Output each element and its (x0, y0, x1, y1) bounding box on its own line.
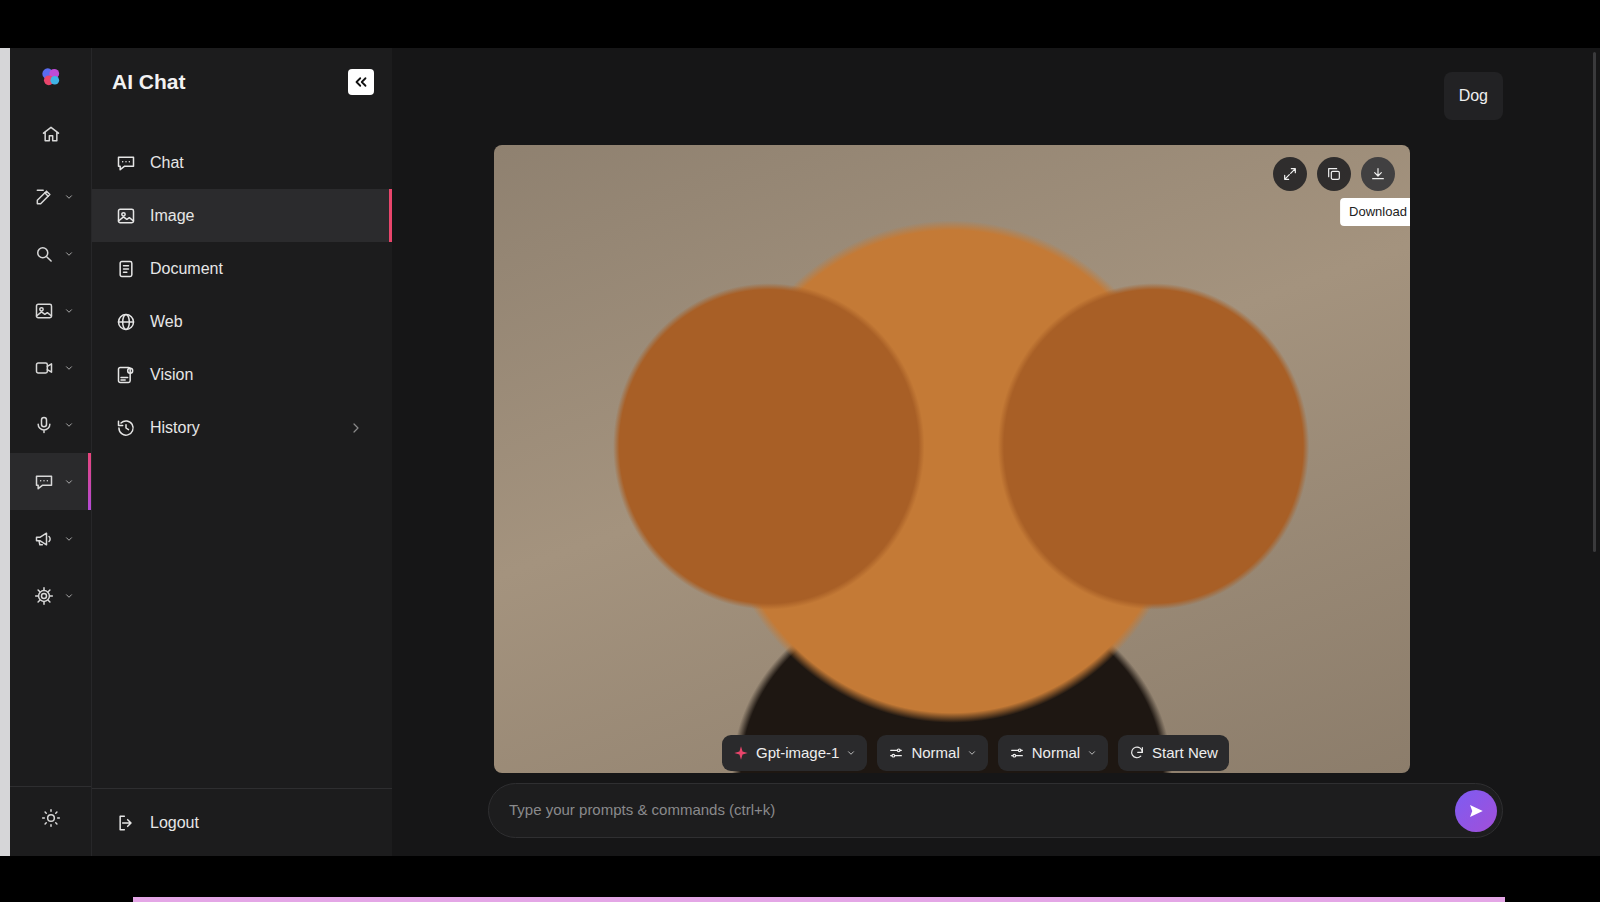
sidebar-item[interactable]: Web (92, 295, 392, 348)
scrollbar[interactable] (1593, 52, 1596, 552)
download-icon (1370, 166, 1386, 182)
expand-button[interactable] (1273, 157, 1307, 191)
rail-group (10, 168, 91, 624)
caption-strip (133, 897, 1505, 902)
chevron-down-icon (64, 363, 74, 373)
send-icon (1467, 802, 1485, 820)
rail-item[interactable] (10, 282, 91, 339)
option-dropdown[interactable]: Normal (877, 735, 987, 771)
icon-rail (10, 48, 92, 856)
rail-item[interactable] (10, 567, 91, 624)
chevron-down-icon (967, 748, 977, 758)
sidebar-header: AI Chat (92, 48, 392, 136)
chat-header: Dog (488, 48, 1503, 145)
app-logo[interactable] (10, 48, 91, 105)
vision-icon (116, 365, 136, 385)
history-icon (116, 418, 136, 438)
chevron-down-icon (64, 420, 74, 430)
app-window: AI Chat Chat Image Document Web Vision History… (0, 48, 1600, 856)
sidebar-item[interactable]: Vision (92, 348, 392, 401)
logout-icon (116, 813, 136, 833)
bottom-frame (0, 856, 1600, 902)
option-label: Normal (1032, 742, 1080, 765)
sidebar-item[interactable]: Chat (92, 136, 392, 189)
option-dropdown[interactable]: Normal (998, 735, 1108, 771)
chevron-down-icon (64, 591, 74, 601)
megaphone-icon (34, 529, 54, 549)
rail-item[interactable] (10, 453, 91, 510)
logout-button[interactable]: Logout (92, 788, 392, 856)
theme-toggle[interactable] (10, 786, 91, 848)
copy-icon (1326, 166, 1342, 182)
image-options: Gpt-image-1 Normal Normal Start New (722, 735, 1229, 771)
send-button[interactable] (1455, 790, 1497, 832)
sidebar-item[interactable]: Image (92, 189, 392, 242)
sidebar-label: Web (150, 310, 183, 334)
document-icon (116, 259, 136, 279)
image-icon (34, 301, 54, 321)
chevron-down-icon (64, 477, 74, 487)
sidebar-label: Chat (150, 151, 184, 175)
mic-icon (34, 415, 54, 435)
option-label: Gpt-image-1 (756, 742, 839, 765)
chat-icon (116, 153, 136, 173)
copy-button[interactable] (1317, 157, 1351, 191)
web-icon (116, 312, 136, 332)
home-icon (41, 124, 61, 144)
chat-area: Dog Download Gpt-image-1 Normal Normal Start … (392, 48, 1600, 856)
conversation-title[interactable]: Dog (1444, 72, 1503, 120)
chevron-down-icon (64, 192, 74, 202)
rail-item[interactable] (10, 396, 91, 453)
chevron-right-icon (348, 420, 364, 436)
sidebar-label: Document (150, 257, 223, 281)
edit-icon (34, 187, 54, 207)
sliders-icon (888, 745, 904, 761)
generated-image: Download Gpt-image-1 Normal Normal Start New (494, 145, 1410, 773)
collapse-icon (352, 73, 370, 91)
image-actions: Download (1273, 157, 1395, 191)
download-button[interactable]: Download (1361, 157, 1395, 191)
option-dropdown[interactable]: Gpt-image-1 (722, 735, 867, 771)
chevron-down-icon (64, 249, 74, 259)
search-icon (34, 244, 54, 264)
chevron-down-icon (1087, 748, 1097, 758)
rail-item[interactable] (10, 105, 91, 162)
chat-icon (34, 472, 54, 492)
logout-label: Logout (150, 811, 199, 835)
top-frame (0, 0, 1600, 48)
tooltip: Download (1340, 198, 1410, 226)
rail-item[interactable] (10, 168, 91, 225)
window-edge (0, 48, 10, 856)
chevron-down-icon (64, 306, 74, 316)
chevron-down-icon (64, 534, 74, 544)
sidebar-label: Vision (150, 363, 193, 387)
sparkle-icon (733, 745, 749, 761)
option-label: Start New (1152, 742, 1218, 765)
sidebar-title: AI Chat (112, 66, 186, 98)
expand-icon (1282, 166, 1298, 182)
rail-item[interactable] (10, 510, 91, 567)
prompt-composer (488, 783, 1503, 838)
sidebar-item[interactable]: History (92, 401, 392, 454)
collapse-button[interactable] (348, 69, 374, 95)
sidebar-label: Image (150, 204, 194, 228)
sidebar-label: History (150, 416, 200, 440)
chevron-down-icon (846, 748, 856, 758)
rail-item[interactable] (10, 339, 91, 396)
logo-icon (38, 64, 64, 90)
option-label: Normal (911, 742, 959, 765)
refresh-icon (1129, 745, 1145, 761)
video-icon (34, 358, 54, 378)
rail-item[interactable] (10, 225, 91, 282)
start-new-button[interactable]: Start New (1118, 735, 1229, 771)
settings-icon (34, 586, 54, 606)
sliders-icon (1009, 745, 1025, 761)
sidebar-item[interactable]: Document (92, 242, 392, 295)
prompt-input[interactable] (507, 798, 1445, 823)
image-icon (116, 206, 136, 226)
sun-icon (41, 808, 61, 828)
sidebar: AI Chat Chat Image Document Web Vision History… (92, 48, 392, 856)
